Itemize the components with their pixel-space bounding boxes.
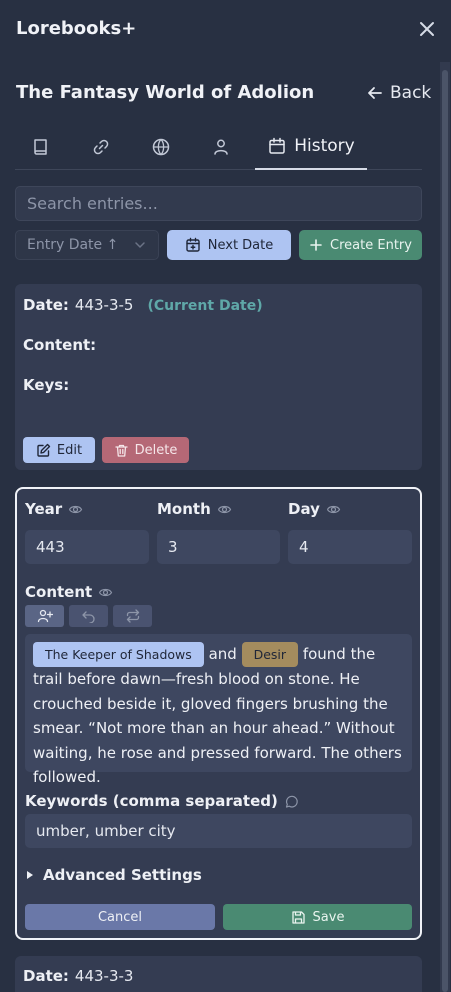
undo-button[interactable] xyxy=(69,605,108,627)
edit-icon xyxy=(37,443,51,457)
next-date-label: Next Date xyxy=(207,237,274,253)
cancel-button[interactable]: Cancel xyxy=(25,904,215,930)
content-label-row: Content xyxy=(25,583,113,601)
swap-button[interactable] xyxy=(113,605,152,627)
entry-date-value: 443-3-3 xyxy=(74,967,134,985)
entry-date-label: Date: xyxy=(23,967,69,985)
close-icon xyxy=(420,22,434,36)
keywords-input[interactable] xyxy=(25,814,412,848)
globe-icon xyxy=(152,138,170,156)
tab-history-label: History xyxy=(294,136,355,156)
entry-date-row: Date: 443-3-5 (Current Date) xyxy=(23,296,263,314)
month-label-row: Month xyxy=(157,500,232,518)
triangle-right-icon xyxy=(27,871,33,879)
save-label: Save xyxy=(312,909,345,925)
keywords-label-row: Keywords (comma separated) xyxy=(25,792,299,810)
content-editor[interactable]: The Keeper of Shadows and Desir found th… xyxy=(25,634,412,786)
year-input[interactable] xyxy=(25,530,149,564)
advanced-settings-label: Advanced Settings xyxy=(43,866,202,884)
entry-date-row: Date: 443-3-3 xyxy=(23,967,133,985)
tab-history[interactable]: History xyxy=(255,124,367,170)
content-text: found the trail before dawn—fresh blood … xyxy=(33,645,402,786)
close-button[interactable] xyxy=(416,18,438,40)
character-chip[interactable]: Desir xyxy=(241,642,299,667)
save-button[interactable]: Save xyxy=(223,904,412,930)
create-entry-label: Create Entry xyxy=(330,237,412,253)
entry-date-label: Date: xyxy=(23,296,69,314)
eye-icon[interactable] xyxy=(68,502,83,517)
user-icon xyxy=(214,139,228,155)
message-circle-icon[interactable] xyxy=(284,794,299,809)
book-icon xyxy=(34,139,47,155)
current-date-badge: (Current Date) xyxy=(147,298,263,314)
day-input[interactable] xyxy=(288,530,412,564)
eye-icon[interactable] xyxy=(98,585,113,600)
month-label: Month xyxy=(157,500,211,518)
content-text: and xyxy=(208,645,237,663)
month-input[interactable] xyxy=(157,530,280,564)
scrollbar-thumb[interactable] xyxy=(442,70,448,992)
lorebook-title: The Fantasy World of Adolion xyxy=(16,82,315,103)
app-title: Lorebooks+ xyxy=(16,18,137,39)
eye-icon[interactable] xyxy=(217,502,232,517)
tab-bar: History xyxy=(15,124,422,170)
entry-content-label: Content: xyxy=(23,336,97,354)
content-label: Content xyxy=(25,583,93,601)
entry-date-value: 443-3-5 xyxy=(74,296,134,314)
content-toolbar xyxy=(25,605,152,627)
sort-select-value: Entry Date ↑ xyxy=(27,237,119,253)
keywords-label: Keywords (comma separated) xyxy=(25,792,278,810)
cancel-label: Cancel xyxy=(97,909,143,925)
day-label: Day xyxy=(288,500,320,518)
character-chip[interactable]: The Keeper of Shadows xyxy=(33,642,204,667)
create-entry-button[interactable]: Create Entry xyxy=(299,230,422,260)
day-label-row: Day xyxy=(288,500,341,518)
chevron-down-icon xyxy=(135,242,145,249)
delete-button[interactable]: Delete xyxy=(102,437,189,463)
calendar-plus-icon xyxy=(186,237,200,252)
entry-keys-label: Keys: xyxy=(23,376,70,394)
eye-icon[interactable] xyxy=(326,502,341,517)
back-button[interactable]: Back xyxy=(366,83,431,103)
link-icon xyxy=(93,139,109,155)
edit-button[interactable]: Edit xyxy=(23,437,95,463)
year-label: Year xyxy=(25,500,63,518)
plus-icon xyxy=(310,239,322,251)
tab-world[interactable] xyxy=(135,124,187,170)
edit-label: Edit xyxy=(56,442,83,458)
tab-entries[interactable] xyxy=(15,124,67,170)
tab-links[interactable] xyxy=(75,124,127,170)
user-plus-icon xyxy=(37,609,53,623)
next-date-button[interactable]: Next Date xyxy=(167,230,291,260)
trash-icon xyxy=(114,444,128,457)
search-input[interactable] xyxy=(15,186,422,221)
advanced-settings-toggle[interactable]: Advanced Settings xyxy=(25,866,202,884)
undo-icon xyxy=(82,610,95,623)
back-label: Back xyxy=(390,83,432,103)
delete-label: Delete xyxy=(134,442,178,458)
tab-characters[interactable] xyxy=(195,124,247,170)
save-icon xyxy=(291,910,305,924)
repeat-icon xyxy=(126,609,139,623)
calendar-icon xyxy=(269,137,285,154)
arrow-left-icon xyxy=(368,87,382,99)
year-label-row: Year xyxy=(25,500,83,518)
insert-character-button[interactable] xyxy=(25,605,64,627)
sort-select[interactable]: Entry Date ↑ xyxy=(15,230,159,260)
